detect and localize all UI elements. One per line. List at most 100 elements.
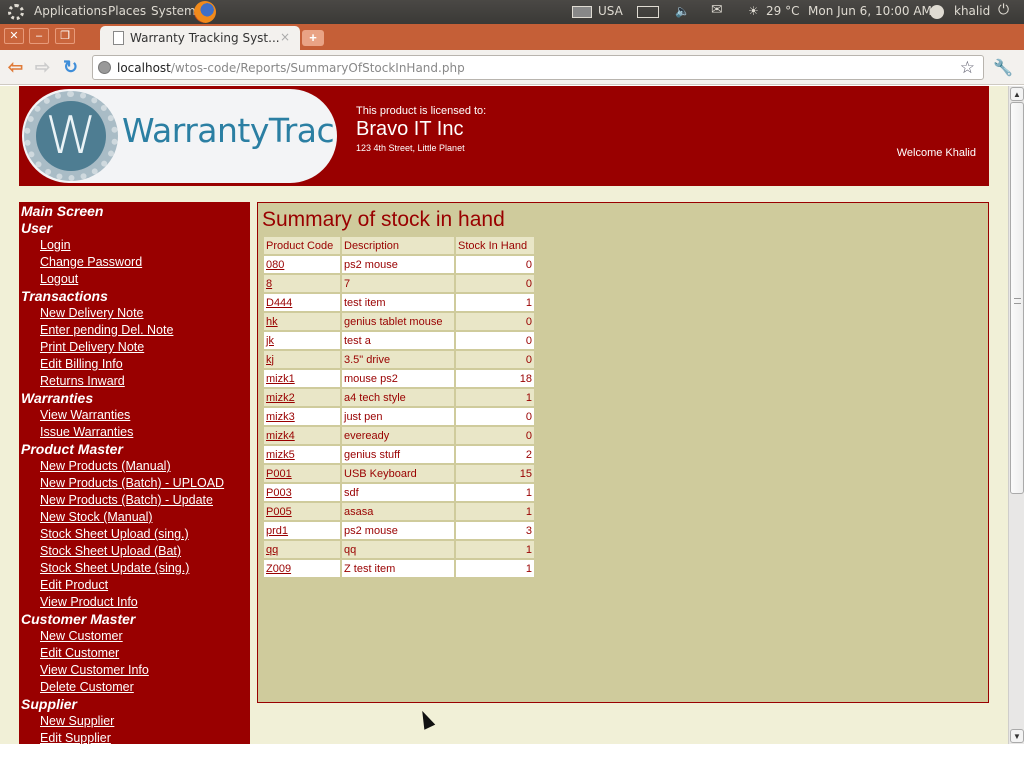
sidebar-link-issue-warranties[interactable]: Issue Warranties	[40, 425, 133, 439]
sidebar-item: Edit Supplier	[19, 730, 250, 744]
menu-applications[interactable]: Applications	[34, 4, 107, 18]
sidebar-link-view-product-info[interactable]: View Product Info	[40, 595, 138, 609]
scroll-down-arrow-icon[interactable]: ▼	[1010, 729, 1024, 743]
sidebar-link-enter-pending-del-note[interactable]: Enter pending Del. Note	[40, 323, 173, 337]
sidebar-section-transactions: Transactions	[21, 288, 108, 304]
scroll-up-arrow-icon[interactable]: ▲	[1010, 87, 1024, 101]
product-code-link[interactable]: 080	[266, 259, 284, 271]
window-close-button[interactable]: ✕	[4, 28, 24, 44]
sidebar-link-new-delivery-note[interactable]: New Delivery Note	[40, 306, 144, 320]
product-code-link[interactable]: Z009	[266, 563, 291, 575]
keyboard-layout-indicator[interactable]: USA	[598, 4, 623, 18]
sidebar-link-edit-supplier[interactable]: Edit Supplier	[40, 731, 111, 744]
sidebar-link-edit-product[interactable]: Edit Product	[40, 578, 108, 592]
menu-system[interactable]: System	[151, 4, 196, 18]
stock-in-hand-cell: 1	[456, 560, 534, 577]
sidebar-link-view-warranties[interactable]: View Warranties	[40, 408, 130, 422]
sidebar-item: View Warranties	[19, 407, 250, 424]
grip-icon	[1014, 298, 1021, 304]
sidebar-link-new-stock-manual[interactable]: New Stock (Manual)	[40, 510, 153, 524]
sidebar-link-print-delivery-note[interactable]: Print Delivery Note	[40, 340, 144, 354]
warrantytrack-logo[interactable]: W WarrantyTrack	[22, 89, 337, 183]
new-tab-button[interactable]: +	[302, 30, 324, 46]
product-code-link[interactable]: mizk4	[266, 430, 295, 442]
sidebar-link-stock-sheet-upload-sing[interactable]: Stock Sheet Upload (sing.)	[40, 527, 189, 541]
license-info: This product is licensed to: Bravo IT In…	[356, 105, 486, 153]
mail-icon[interactable]: ✉	[711, 2, 723, 18]
stock-in-hand-cell: 1	[456, 389, 534, 406]
sidebar-link-new-products-manual[interactable]: New Products (Manual)	[40, 459, 171, 473]
sidebar-item: New Products (Batch) - UPLOAD	[19, 475, 250, 492]
window-maximize-button[interactable]: ❐	[55, 28, 75, 44]
sidebar-link-new-products-batch-update[interactable]: New Products (Batch) - Update	[40, 493, 213, 507]
stock-in-hand-cell: 1	[456, 503, 534, 520]
ubuntu-logo-icon[interactable]	[8, 4, 24, 20]
sidebar-link-edit-customer[interactable]: Edit Customer	[40, 646, 119, 660]
sidebar-link-logout[interactable]: Logout	[40, 272, 78, 286]
sidebar-link-new-products-batch-upload[interactable]: New Products (Batch) - UPLOAD	[40, 476, 224, 490]
battery-icon[interactable]	[637, 6, 659, 18]
product-code-link[interactable]: mizk2	[266, 392, 295, 404]
sidebar-item: New Supplier	[19, 713, 250, 730]
sidebar-link-delete-customer[interactable]: Delete Customer	[40, 680, 134, 694]
sidebar-link-returns-inward[interactable]: Returns Inward	[40, 374, 125, 388]
product-code-link[interactable]: mizk5	[266, 449, 295, 461]
table-row: qq qq 1	[264, 541, 534, 558]
product-code-link[interactable]: P001	[266, 468, 292, 480]
back-arrow-icon[interactable]: ⇦	[8, 58, 23, 76]
description-cell: test item	[342, 294, 454, 311]
sidebar-item: Change Password	[19, 254, 250, 271]
clock[interactable]: Mon Jun 6, 10:00 AM	[808, 4, 932, 18]
sidebar-link-stock-sheet-update-sing[interactable]: Stock Sheet Update (sing.)	[40, 561, 189, 575]
product-code-link[interactable]: P003	[266, 487, 292, 499]
stock-in-hand-cell: 18	[456, 370, 534, 387]
scrollbar-thumb[interactable]	[1010, 102, 1024, 494]
power-icon[interactable]: ⏻	[998, 2, 1009, 18]
user-name[interactable]: khalid	[954, 4, 990, 18]
address-bar[interactable]: localhost/wtos-code/Reports/SummaryOfSto…	[92, 55, 984, 80]
sidebar-link-change-password[interactable]: Change Password	[40, 255, 142, 269]
keyboard-icon[interactable]	[572, 6, 592, 18]
sidebar-link-new-supplier[interactable]: New Supplier	[40, 714, 114, 728]
product-code-cell: D444	[264, 294, 340, 311]
tab-title: Warranty Tracking Syst...	[130, 31, 280, 45]
menu-places[interactable]: Places	[108, 4, 146, 18]
description-cell: ps2 mouse	[342, 256, 454, 273]
browser-tab[interactable]: Warranty Tracking Syst... ×	[100, 26, 300, 50]
wrench-menu-icon[interactable]: 🔧	[993, 58, 1013, 78]
sidebar-section-main-screen[interactable]: Main Screen	[19, 203, 250, 220]
product-code-link[interactable]: D444	[266, 297, 292, 309]
vertical-scrollbar[interactable]: ▲ ▼	[1008, 86, 1024, 744]
product-code-link[interactable]: mizk1	[266, 373, 295, 385]
product-code-link[interactable]: 8	[266, 278, 272, 290]
weather-temperature[interactable]: 29 °C	[766, 4, 799, 18]
description-cell: a4 tech style	[342, 389, 454, 406]
product-code-link[interactable]: hk	[266, 316, 278, 328]
forward-arrow-icon[interactable]: ⇨	[35, 58, 50, 76]
product-code-link[interactable]: mizk3	[266, 411, 295, 423]
sidebar-link-new-customer[interactable]: New Customer	[40, 629, 123, 643]
sidebar-link-view-customer-info[interactable]: View Customer Info	[40, 663, 149, 677]
product-code-link[interactable]: P005	[266, 506, 292, 518]
firefox-launcher-icon[interactable]	[194, 1, 216, 23]
product-code-link[interactable]: kj	[266, 354, 274, 366]
bookmark-star-icon[interactable]: ☆	[960, 58, 975, 78]
sidebar-link-edit-billing-info[interactable]: Edit Billing Info	[40, 357, 123, 371]
sidebar-link-stock-sheet-upload-bat[interactable]: Stock Sheet Upload (Bat)	[40, 544, 181, 558]
sidebar-item: Edit Product	[19, 577, 250, 594]
sidebar-item: View Product Info	[19, 594, 250, 611]
browser-toolbar: ⇦ ⇨ ↻ localhost/wtos-code/Reports/Summar…	[0, 50, 1024, 85]
description-cell: just pen	[342, 408, 454, 425]
sidebar-link-login[interactable]: Login	[40, 238, 71, 252]
product-code-link[interactable]: qq	[266, 544, 278, 556]
reload-icon[interactable]: ↻	[63, 58, 78, 76]
weather-icon[interactable]: ☀	[748, 4, 759, 18]
product-code-link[interactable]: prd1	[266, 525, 288, 537]
product-code-link[interactable]: jk	[266, 335, 274, 347]
user-status-icon[interactable]	[930, 5, 944, 19]
license-label: This product is licensed to:	[356, 105, 487, 117]
product-code-cell: prd1	[264, 522, 340, 539]
window-minimize-button[interactable]: –	[29, 28, 49, 44]
tab-close-icon[interactable]: ×	[280, 30, 290, 44]
volume-icon[interactable]: 🔈	[675, 4, 690, 18]
